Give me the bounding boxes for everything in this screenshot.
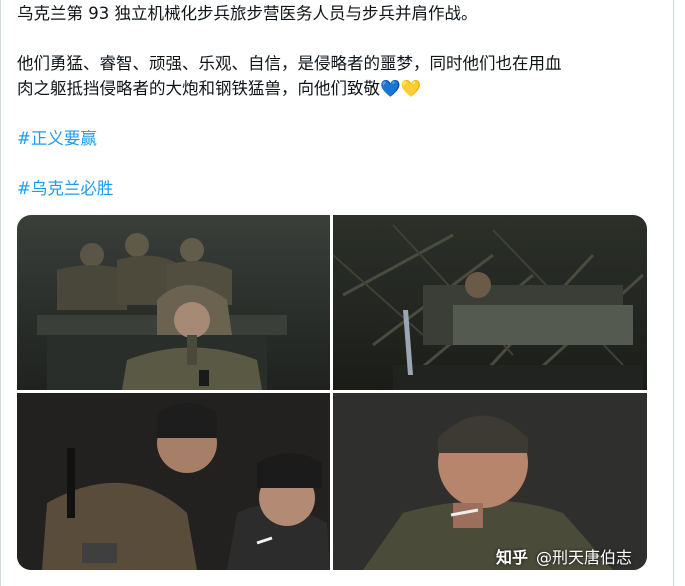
tweet-line-3: 肉之躯抵挡侵略者的大炮和钢铁猛兽，向他们致敬💙💛 <box>17 75 421 99</box>
tweet-line-1: 乌克兰第 93 独立机械化步兵旅步营医务人员与步兵并肩作战。 <box>17 4 478 23</box>
hashtag-link-2[interactable]: #乌克兰必胜 <box>17 175 113 199</box>
heart-emoji-icons: 💙💛 <box>380 79 422 98</box>
hashtag-link-1[interactable]: #正义要赢 <box>17 125 97 149</box>
watermark-author: @刑天唐伯志 <box>536 548 633 567</box>
zhihu-logo: 知乎 <box>496 548 529 567</box>
photo-soldiers-on-vehicle[interactable] <box>17 215 330 390</box>
left-border <box>0 0 1 586</box>
tweet-line-2: 他们勇猛、睿智、顽强、乐观、自信，是侵略者的噩梦，同时他们也在用血 <box>17 54 562 73</box>
photo-two-soldiers-smiling[interactable] <box>17 393 330 570</box>
media-grid <box>17 215 647 570</box>
right-border <box>673 0 674 586</box>
zhihu-watermark: 知乎 @刑天唐伯志 <box>496 544 632 568</box>
tweet-line-3-text: 肉之躯抵挡侵略者的大炮和钢铁猛兽，向他们致敬 <box>17 79 380 98</box>
photo-camouflaged-soldier[interactable] <box>333 215 647 390</box>
